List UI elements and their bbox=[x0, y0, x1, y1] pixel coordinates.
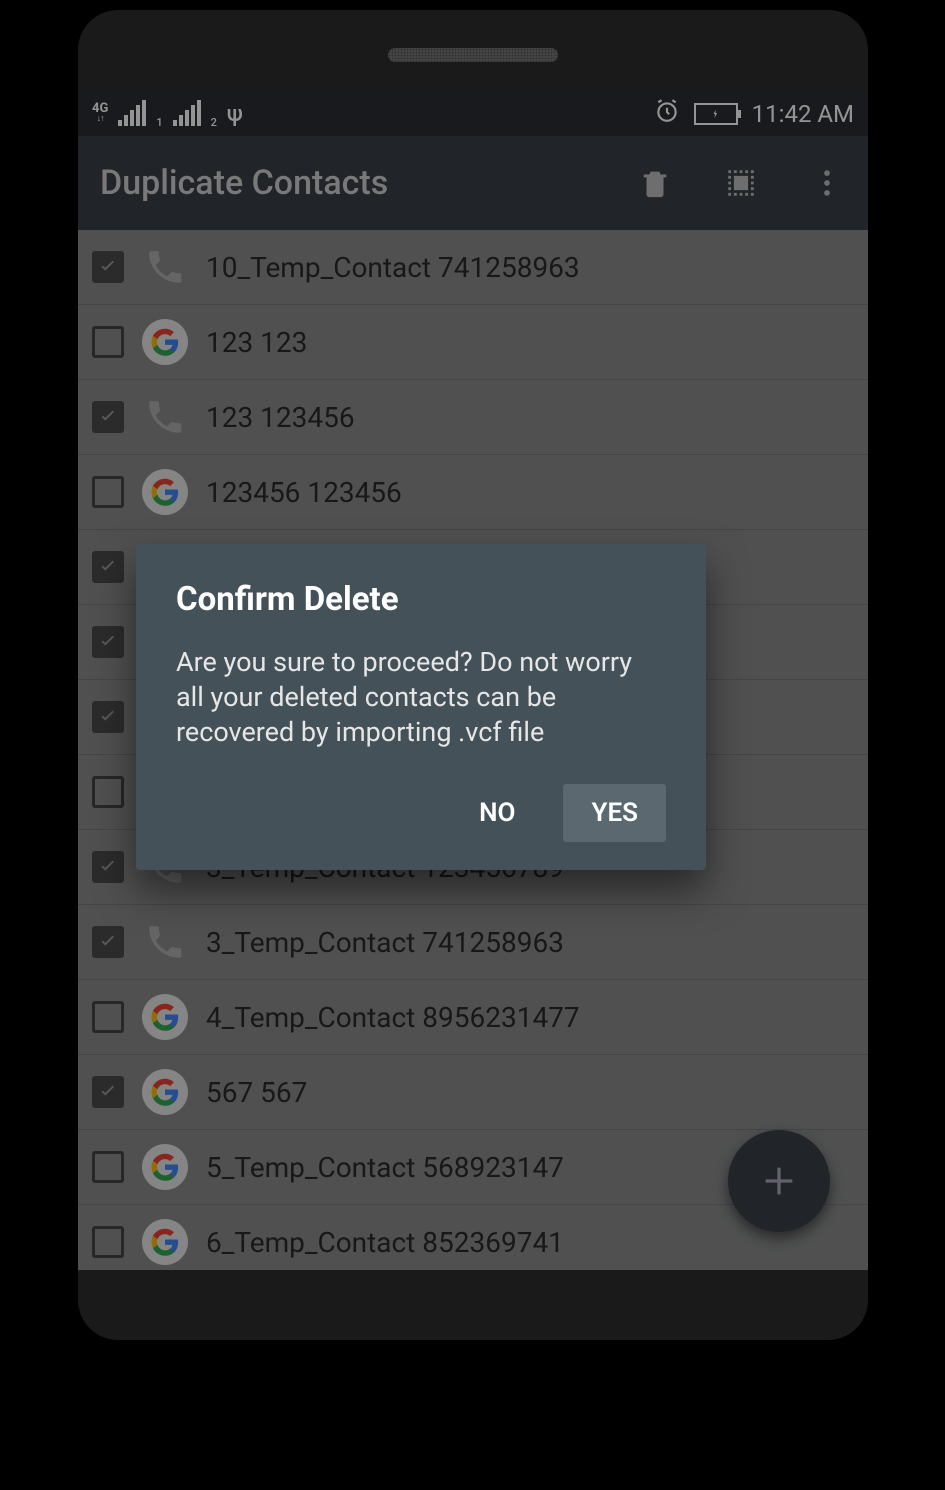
device-speaker bbox=[388, 48, 558, 62]
confirm-delete-dialog: Confirm Delete Are you sure to proceed? … bbox=[136, 544, 706, 870]
screen: 4G↓↑ 1 2 ψ 11:42 AM Duplicate Contacts bbox=[78, 92, 868, 1270]
dialog-yes-button[interactable]: YES bbox=[563, 784, 666, 842]
dialog-title: Confirm Delete bbox=[176, 580, 666, 619]
device-frame: 4G↓↑ 1 2 ψ 11:42 AM Duplicate Contacts bbox=[78, 10, 868, 1340]
dialog-message: Are you sure to proceed? Do not worry al… bbox=[176, 645, 666, 750]
dialog-no-button[interactable]: NO bbox=[451, 784, 543, 842]
